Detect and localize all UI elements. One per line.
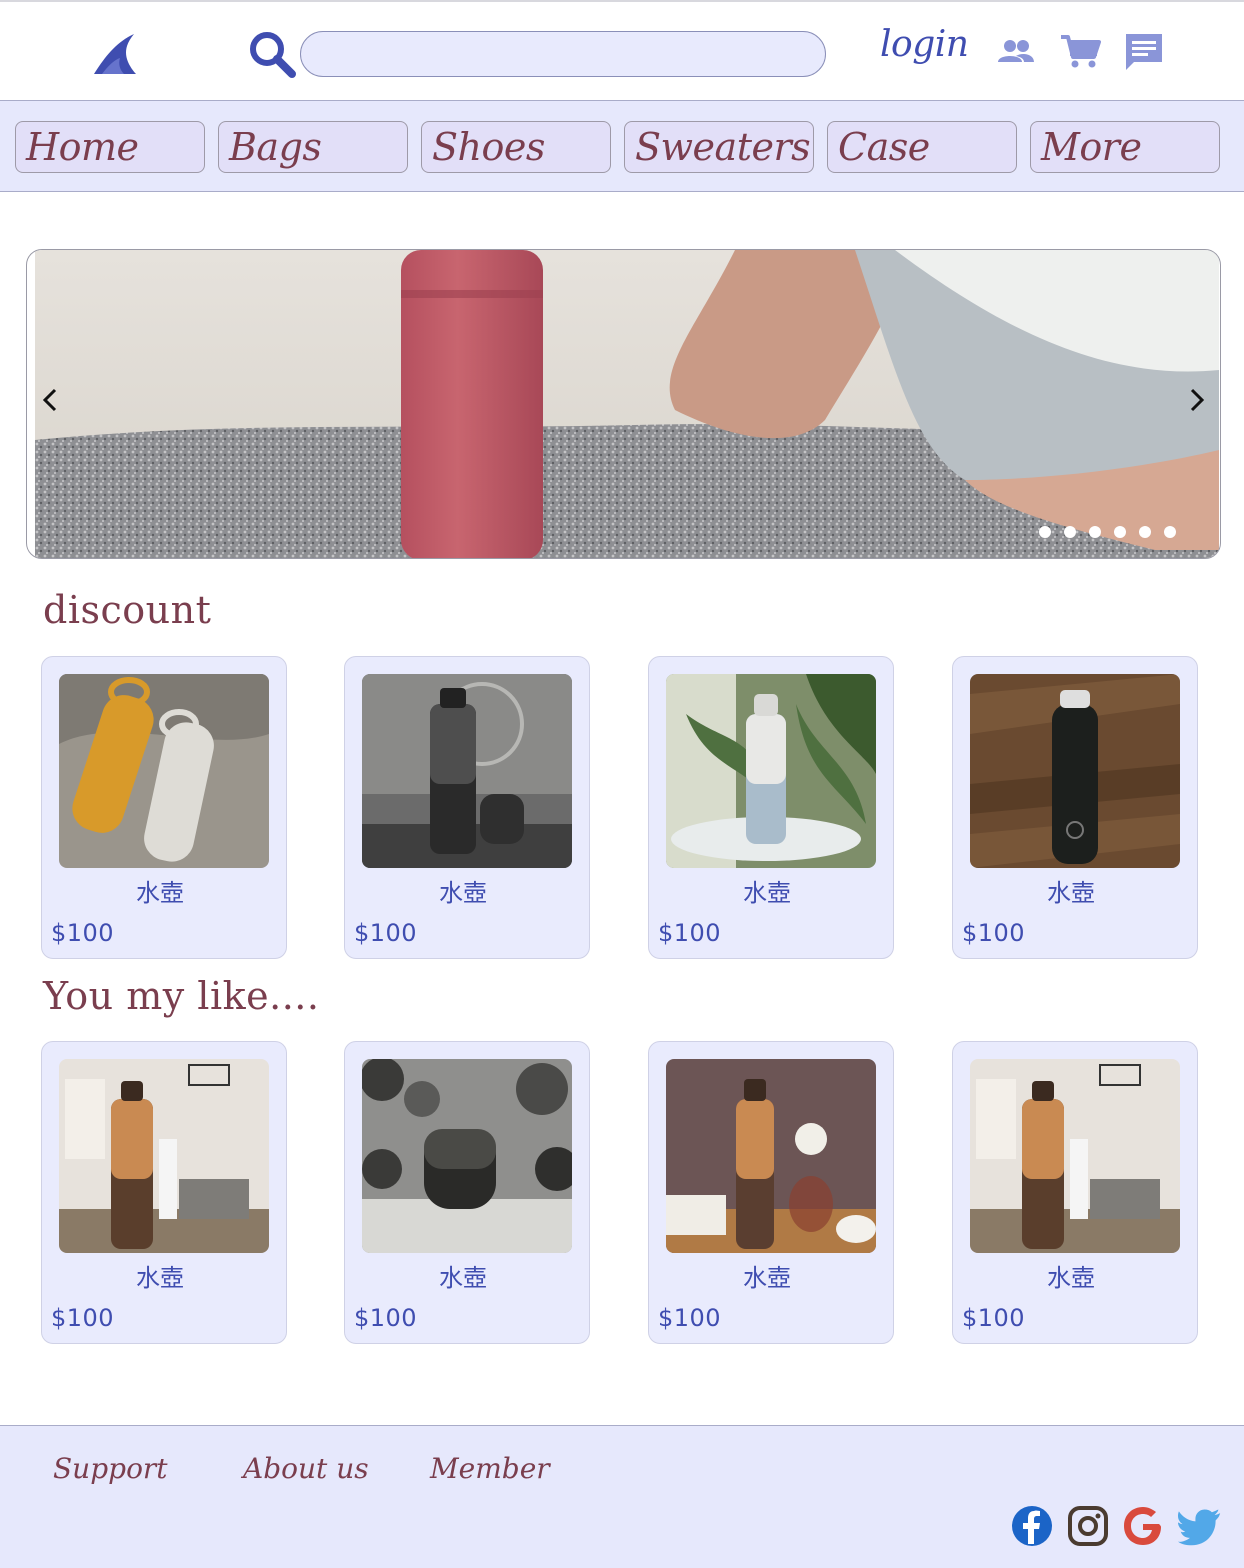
product-image	[59, 1059, 269, 1253]
product-image	[362, 674, 572, 868]
product-image	[666, 1059, 876, 1253]
nav-bags[interactable]: Bags	[218, 121, 408, 173]
product-card[interactable]: 水壺 $100	[344, 1041, 590, 1344]
carousel-dot[interactable]	[1039, 526, 1051, 538]
nav-home[interactable]: Home	[15, 121, 205, 173]
main-nav: Home Bags Shoes Sweaters Case More	[0, 100, 1244, 192]
message-icon[interactable]	[1122, 30, 1166, 74]
product-card[interactable]: 水壺 $100	[648, 656, 894, 959]
facebook-icon[interactable]	[1010, 1504, 1054, 1548]
product-price: $100	[51, 1304, 115, 1332]
cart-icon[interactable]	[1058, 30, 1102, 74]
search-input[interactable]	[300, 31, 826, 77]
product-price: $100	[962, 1304, 1026, 1332]
product-card[interactable]: 水壺 $100	[648, 1041, 894, 1344]
product-price: $100	[354, 919, 418, 947]
product-price: $100	[51, 919, 115, 947]
search-icon[interactable]	[246, 28, 298, 80]
carousel-dot[interactable]	[1114, 526, 1126, 538]
google-icon[interactable]	[1121, 1504, 1165, 1548]
footer-link-member[interactable]: Member	[430, 1452, 550, 1485]
product-name: 水壺	[1047, 1264, 1095, 1292]
product-name: 水壺	[439, 1264, 487, 1292]
product-image	[59, 674, 269, 868]
product-name: 水壺	[136, 879, 184, 907]
twitter-icon[interactable]	[1178, 1504, 1222, 1548]
hero-image	[35, 250, 1219, 558]
product-image	[970, 1059, 1180, 1253]
product-price: $100	[658, 919, 722, 947]
footer-link-support[interactable]: Support	[53, 1452, 168, 1485]
users-icon[interactable]	[994, 30, 1038, 74]
product-price: $100	[658, 1304, 722, 1332]
instagram-icon[interactable]	[1066, 1504, 1110, 1548]
discount-title: discount	[43, 588, 212, 632]
nav-shoes[interactable]: Shoes	[421, 121, 611, 173]
product-name: 水壺	[743, 879, 791, 907]
nav-more[interactable]: More	[1030, 121, 1220, 173]
carousel-dot[interactable]	[1089, 526, 1101, 538]
product-name: 水壺	[1047, 879, 1095, 907]
product-image	[666, 674, 876, 868]
product-price: $100	[354, 1304, 418, 1332]
carousel-dot[interactable]	[1164, 526, 1176, 538]
site-footer: Support About us Member	[0, 1425, 1244, 1568]
login-link[interactable]: login	[880, 24, 969, 65]
carousel-indicators	[1039, 526, 1176, 538]
carousel-dot[interactable]	[1139, 526, 1151, 538]
product-image	[970, 674, 1180, 868]
product-name: 水壺	[743, 1264, 791, 1292]
product-card[interactable]: 水壺 $100	[952, 656, 1198, 959]
product-card[interactable]: 水壺 $100	[952, 1041, 1198, 1344]
hero-carousel[interactable]	[26, 249, 1221, 559]
carousel-prev-icon[interactable]	[35, 382, 65, 418]
nav-case[interactable]: Case	[827, 121, 1017, 173]
product-card[interactable]: 水壺 $100	[41, 1041, 287, 1344]
footer-link-about[interactable]: About us	[243, 1452, 369, 1485]
product-card[interactable]: 水壺 $100	[344, 656, 590, 959]
product-image	[362, 1059, 572, 1253]
product-name: 水壺	[439, 879, 487, 907]
carousel-next-icon[interactable]	[1182, 382, 1212, 418]
recommend-title: You my like....	[43, 974, 320, 1018]
carousel-dot[interactable]	[1064, 526, 1076, 538]
nav-sweaters[interactable]: Sweaters	[624, 121, 814, 173]
product-price: $100	[962, 919, 1026, 947]
product-name: 水壺	[136, 1264, 184, 1292]
logo-icon[interactable]	[90, 32, 138, 76]
site-header: login	[0, 0, 1244, 100]
product-card[interactable]: 水壺 $100	[41, 656, 287, 959]
